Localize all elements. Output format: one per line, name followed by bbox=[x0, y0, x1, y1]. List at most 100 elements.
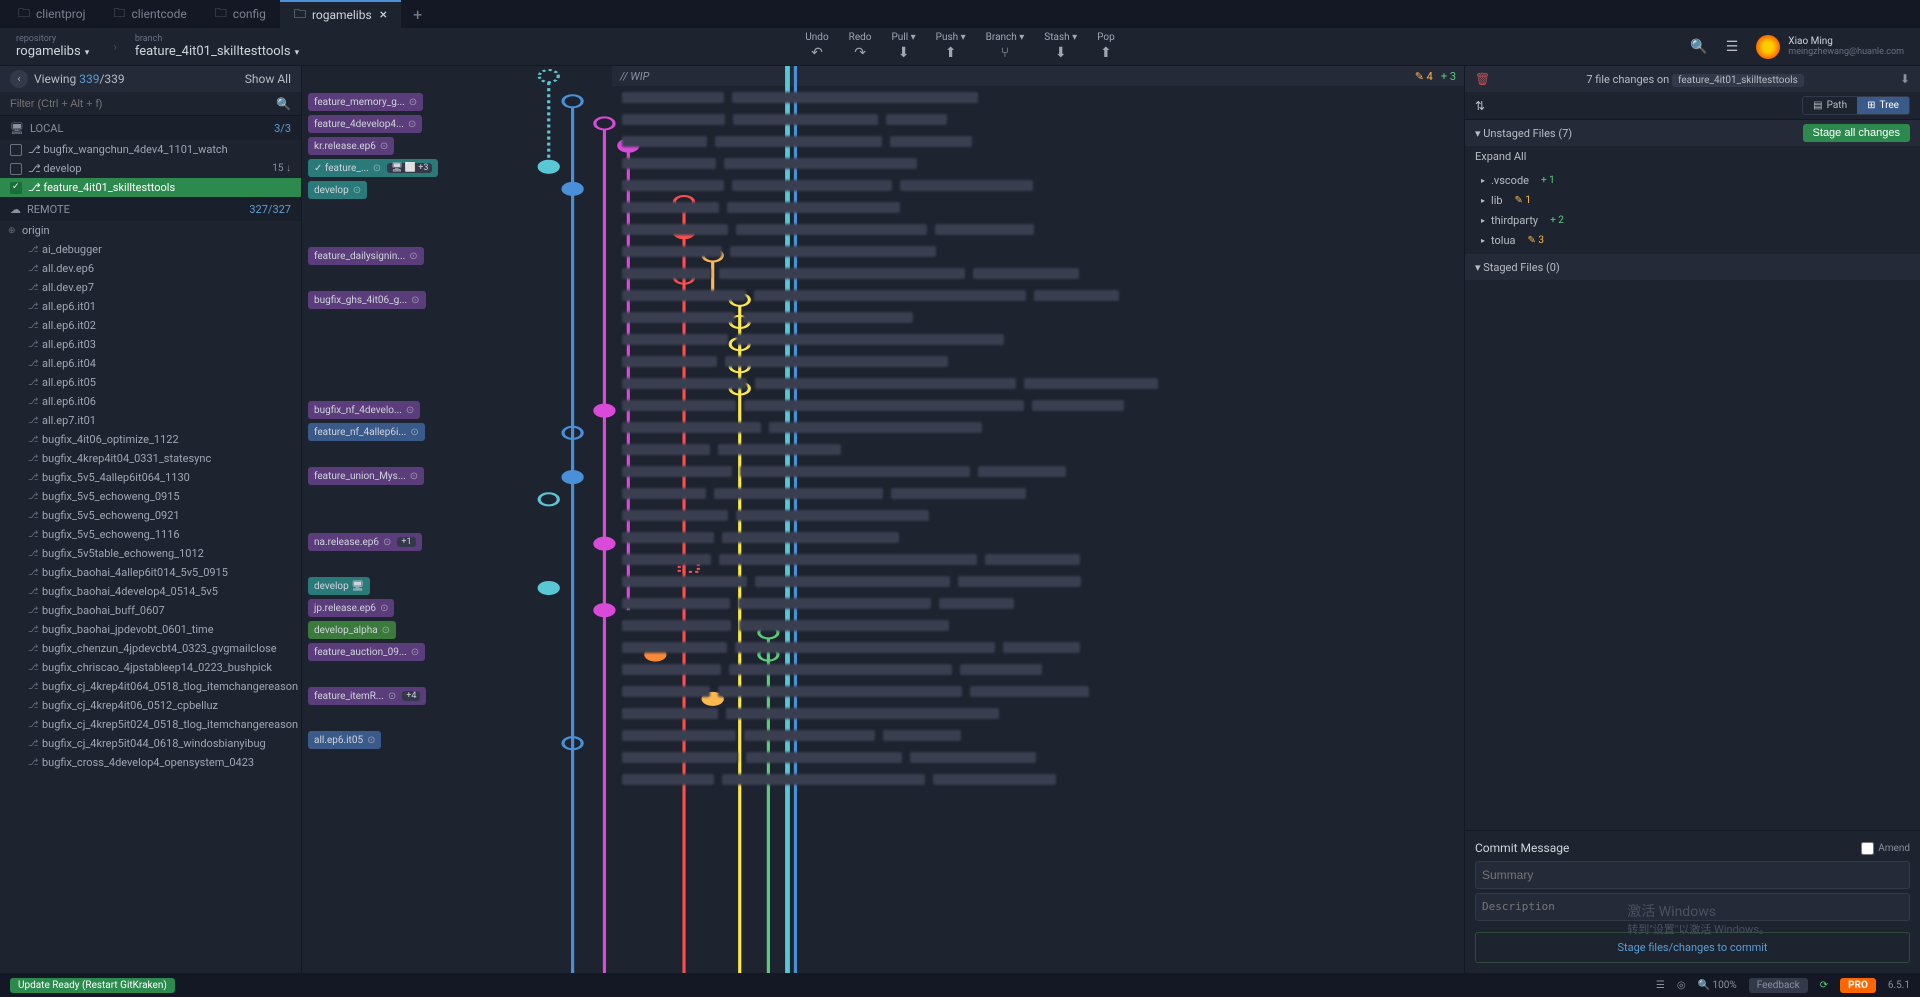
repo-crumb[interactable]: repository rogamelibs▾ bbox=[16, 34, 89, 59]
show-all-link[interactable]: Show All bbox=[245, 72, 291, 86]
path-toggle[interactable]: ▤Path bbox=[1803, 97, 1857, 114]
commit-row[interactable] bbox=[622, 636, 1454, 658]
remote-branch[interactable]: ⎇all.dev.ep6 bbox=[0, 259, 301, 278]
commit-row[interactable] bbox=[622, 416, 1454, 438]
remote-section[interactable]: ☁REMOTE 327/327 bbox=[0, 197, 301, 221]
remote-branch[interactable]: ⎇all.ep6.it03 bbox=[0, 335, 301, 354]
origin-remote[interactable]: ⊕ origin bbox=[0, 221, 301, 240]
pop-button[interactable]: Pop⬆ bbox=[1097, 32, 1115, 61]
unstaged-file-thirdparty[interactable]: ▸thirdparty+ 2 bbox=[1465, 210, 1920, 230]
add-tab-button[interactable]: + bbox=[401, 5, 434, 24]
graph-branch-label[interactable]: feature_union_Mys... ⊙ bbox=[308, 467, 424, 485]
commit-row[interactable] bbox=[622, 350, 1454, 372]
commit-row[interactable] bbox=[622, 372, 1454, 394]
remote-branch[interactable]: ⎇bugfix_cj_4krep4it06_0512_cpbelluz bbox=[0, 696, 301, 715]
remote-branch[interactable]: ⎇bugfix_cross_4develop4_opensystem_0423 bbox=[0, 753, 301, 772]
graph-branch-label[interactable]: kr.release.ep6 ⊙ bbox=[308, 137, 394, 155]
target-icon[interactable]: ◎ bbox=[1677, 980, 1686, 991]
close-icon[interactable]: × bbox=[380, 7, 387, 23]
commit-row[interactable] bbox=[622, 548, 1454, 570]
graph-branch-label[interactable]: develop 🖥 bbox=[308, 577, 370, 595]
commit-graph[interactable]: // WIP ✎ 4 + 3 bbox=[302, 66, 1464, 973]
search-icon[interactable]: 🔍 bbox=[276, 97, 291, 111]
remote-branch[interactable]: ⎇all.ep6.it04 bbox=[0, 354, 301, 373]
graph-branch-label[interactable]: bugfix_nf_4develo... ⊙ bbox=[308, 401, 420, 419]
remote-branch[interactable]: ⎇bugfix_5v5_echoweng_1116 bbox=[0, 525, 301, 544]
commit-row[interactable] bbox=[622, 196, 1454, 218]
graph-branch-label[interactable]: develop ⊙ bbox=[308, 181, 367, 199]
remote-branch[interactable]: ⎇all.ep6.it05 bbox=[0, 373, 301, 392]
redo-button[interactable]: Redo↷ bbox=[849, 32, 872, 61]
feedback-button[interactable]: Feedback bbox=[1749, 978, 1808, 993]
list-icon[interactable]: ☰ bbox=[1656, 980, 1665, 991]
local-branch-bugfix_wangchun_4dev4_1101_watch[interactable]: ⎇ bugfix_wangchun_4dev4_1101_watch bbox=[0, 140, 301, 159]
remote-branch[interactable]: ⎇bugfix_4it06_optimize_1122 bbox=[0, 430, 301, 449]
commit-action[interactable]: Stage files/changes to commit bbox=[1475, 932, 1910, 963]
commit-row[interactable] bbox=[622, 460, 1454, 482]
download-icon[interactable]: ⬇ bbox=[1900, 72, 1910, 86]
remote-branch[interactable]: ⎇all.ep6.it01 bbox=[0, 297, 301, 316]
commit-description-input[interactable] bbox=[1475, 893, 1910, 921]
unstaged-file-tolua[interactable]: ▸tolua✎ 3 bbox=[1465, 230, 1920, 250]
sync-icon[interactable]: ⟳ bbox=[1820, 980, 1828, 991]
graph-branch-label[interactable]: all.ep6.it05 ⊙ bbox=[308, 731, 381, 749]
graph-branch-label[interactable]: bugfix_ghs_4it06_g... ⊙ bbox=[308, 291, 426, 309]
commit-row[interactable] bbox=[622, 482, 1454, 504]
commit-row[interactable] bbox=[622, 658, 1454, 680]
remote-branch[interactable]: ⎇all.ep6.it06 bbox=[0, 392, 301, 411]
local-branch-develop[interactable]: ⎇ develop15 ↓ bbox=[0, 159, 301, 178]
commit-summary-input[interactable] bbox=[1475, 861, 1910, 889]
commit-row[interactable] bbox=[622, 174, 1454, 196]
update-ready[interactable]: Update Ready (Restart GitKraken) bbox=[10, 978, 175, 993]
remote-branch[interactable]: ⎇bugfix_4krep4it04_0331_statesync bbox=[0, 449, 301, 468]
remote-branch[interactable]: ⎇bugfix_5v5_echoweng_0915 bbox=[0, 487, 301, 506]
graph-branch-label[interactable]: develop_alpha ⊙ bbox=[308, 621, 396, 639]
commit-row[interactable] bbox=[622, 86, 1454, 108]
remote-branch[interactable]: ⎇bugfix_baohai_jpdevobt_0601_time bbox=[0, 620, 301, 639]
commit-row[interactable] bbox=[622, 570, 1454, 592]
commit-row[interactable] bbox=[622, 504, 1454, 526]
unstaged-file-lib[interactable]: ▸lib✎ 1 bbox=[1465, 190, 1920, 210]
remote-branch[interactable]: ⎇bugfix_baohai_buff_0607 bbox=[0, 601, 301, 620]
user-menu[interactable]: Xiao Ming meingzhewang@huanle.com bbox=[1756, 35, 1904, 59]
push-button[interactable]: Push ▾⬆ bbox=[936, 32, 966, 61]
commit-row[interactable] bbox=[622, 306, 1454, 328]
tree-toggle[interactable]: ⊞Tree bbox=[1857, 97, 1909, 114]
commit-row[interactable] bbox=[622, 592, 1454, 614]
remote-branch[interactable]: ⎇all.ep7.it01 bbox=[0, 411, 301, 430]
pull-button[interactable]: Pull ▾⬇ bbox=[891, 32, 915, 61]
unstaged-file-.vscode[interactable]: ▸.vscode+ 1 bbox=[1465, 170, 1920, 190]
local-branch-feature_4it01_skilltesttools[interactable]: ⎇ feature_4it01_skilltesttools bbox=[0, 178, 301, 197]
remote-branch[interactable]: ⎇bugfix_chriscao_4jpstableep14_0223_bush… bbox=[0, 658, 301, 677]
commit-row[interactable] bbox=[622, 130, 1454, 152]
graph-branch-label[interactable]: na.release.ep6 ⊙ +1 bbox=[308, 533, 422, 551]
commit-row[interactable] bbox=[622, 768, 1454, 790]
remote-branch[interactable]: ⎇bugfix_baohai_4allep6it014_5v5_0915 bbox=[0, 563, 301, 582]
commit-row[interactable] bbox=[622, 724, 1454, 746]
remote-branch[interactable]: ⎇ai_debugger bbox=[0, 240, 301, 259]
commit-row[interactable] bbox=[622, 702, 1454, 724]
remote-branch[interactable]: ⎇bugfix_5v5_echoweng_0921 bbox=[0, 506, 301, 525]
undo-button[interactable]: Undo↶ bbox=[805, 32, 828, 61]
branch-button[interactable]: Branch ▾⑂ bbox=[986, 32, 1025, 61]
trash-icon[interactable]: 🗑 bbox=[1475, 72, 1490, 86]
expand-all[interactable]: Expand All bbox=[1465, 146, 1920, 166]
commit-row[interactable] bbox=[622, 394, 1454, 416]
commit-row[interactable] bbox=[622, 108, 1454, 130]
zoom[interactable]: 🔍 100% bbox=[1698, 980, 1737, 991]
remote-branch[interactable]: ⎇bugfix_cj_4krep5it044_0618_windosbianyi… bbox=[0, 734, 301, 753]
remote-branch[interactable]: ⎇bugfix_5v5_4allep6it064_1130 bbox=[0, 468, 301, 487]
commit-row[interactable] bbox=[622, 438, 1454, 460]
graph-branch-label[interactable]: feature_4develop4... ⊙ bbox=[308, 115, 422, 133]
tab-clientcode[interactable]: 🗀clientcode bbox=[99, 0, 200, 28]
sort-icon[interactable]: ⇅ bbox=[1475, 99, 1485, 113]
graph-branch-label[interactable]: feature_itemR... ⊙ +4 bbox=[308, 687, 426, 705]
remote-branch[interactable]: ⎇bugfix_chenzun_4jpdevcbt4_0323_gvgmailc… bbox=[0, 639, 301, 658]
back-button[interactable]: ‹ bbox=[10, 70, 28, 88]
local-section[interactable]: 🖥LOCAL 3/3 bbox=[0, 116, 301, 140]
stage-all-button[interactable]: Stage all changes bbox=[1803, 124, 1910, 142]
commit-row[interactable] bbox=[622, 152, 1454, 174]
commit-row[interactable] bbox=[622, 526, 1454, 548]
commit-row[interactable] bbox=[622, 262, 1454, 284]
tab-rogamelibs[interactable]: 🗀rogamelibs× bbox=[280, 0, 401, 28]
